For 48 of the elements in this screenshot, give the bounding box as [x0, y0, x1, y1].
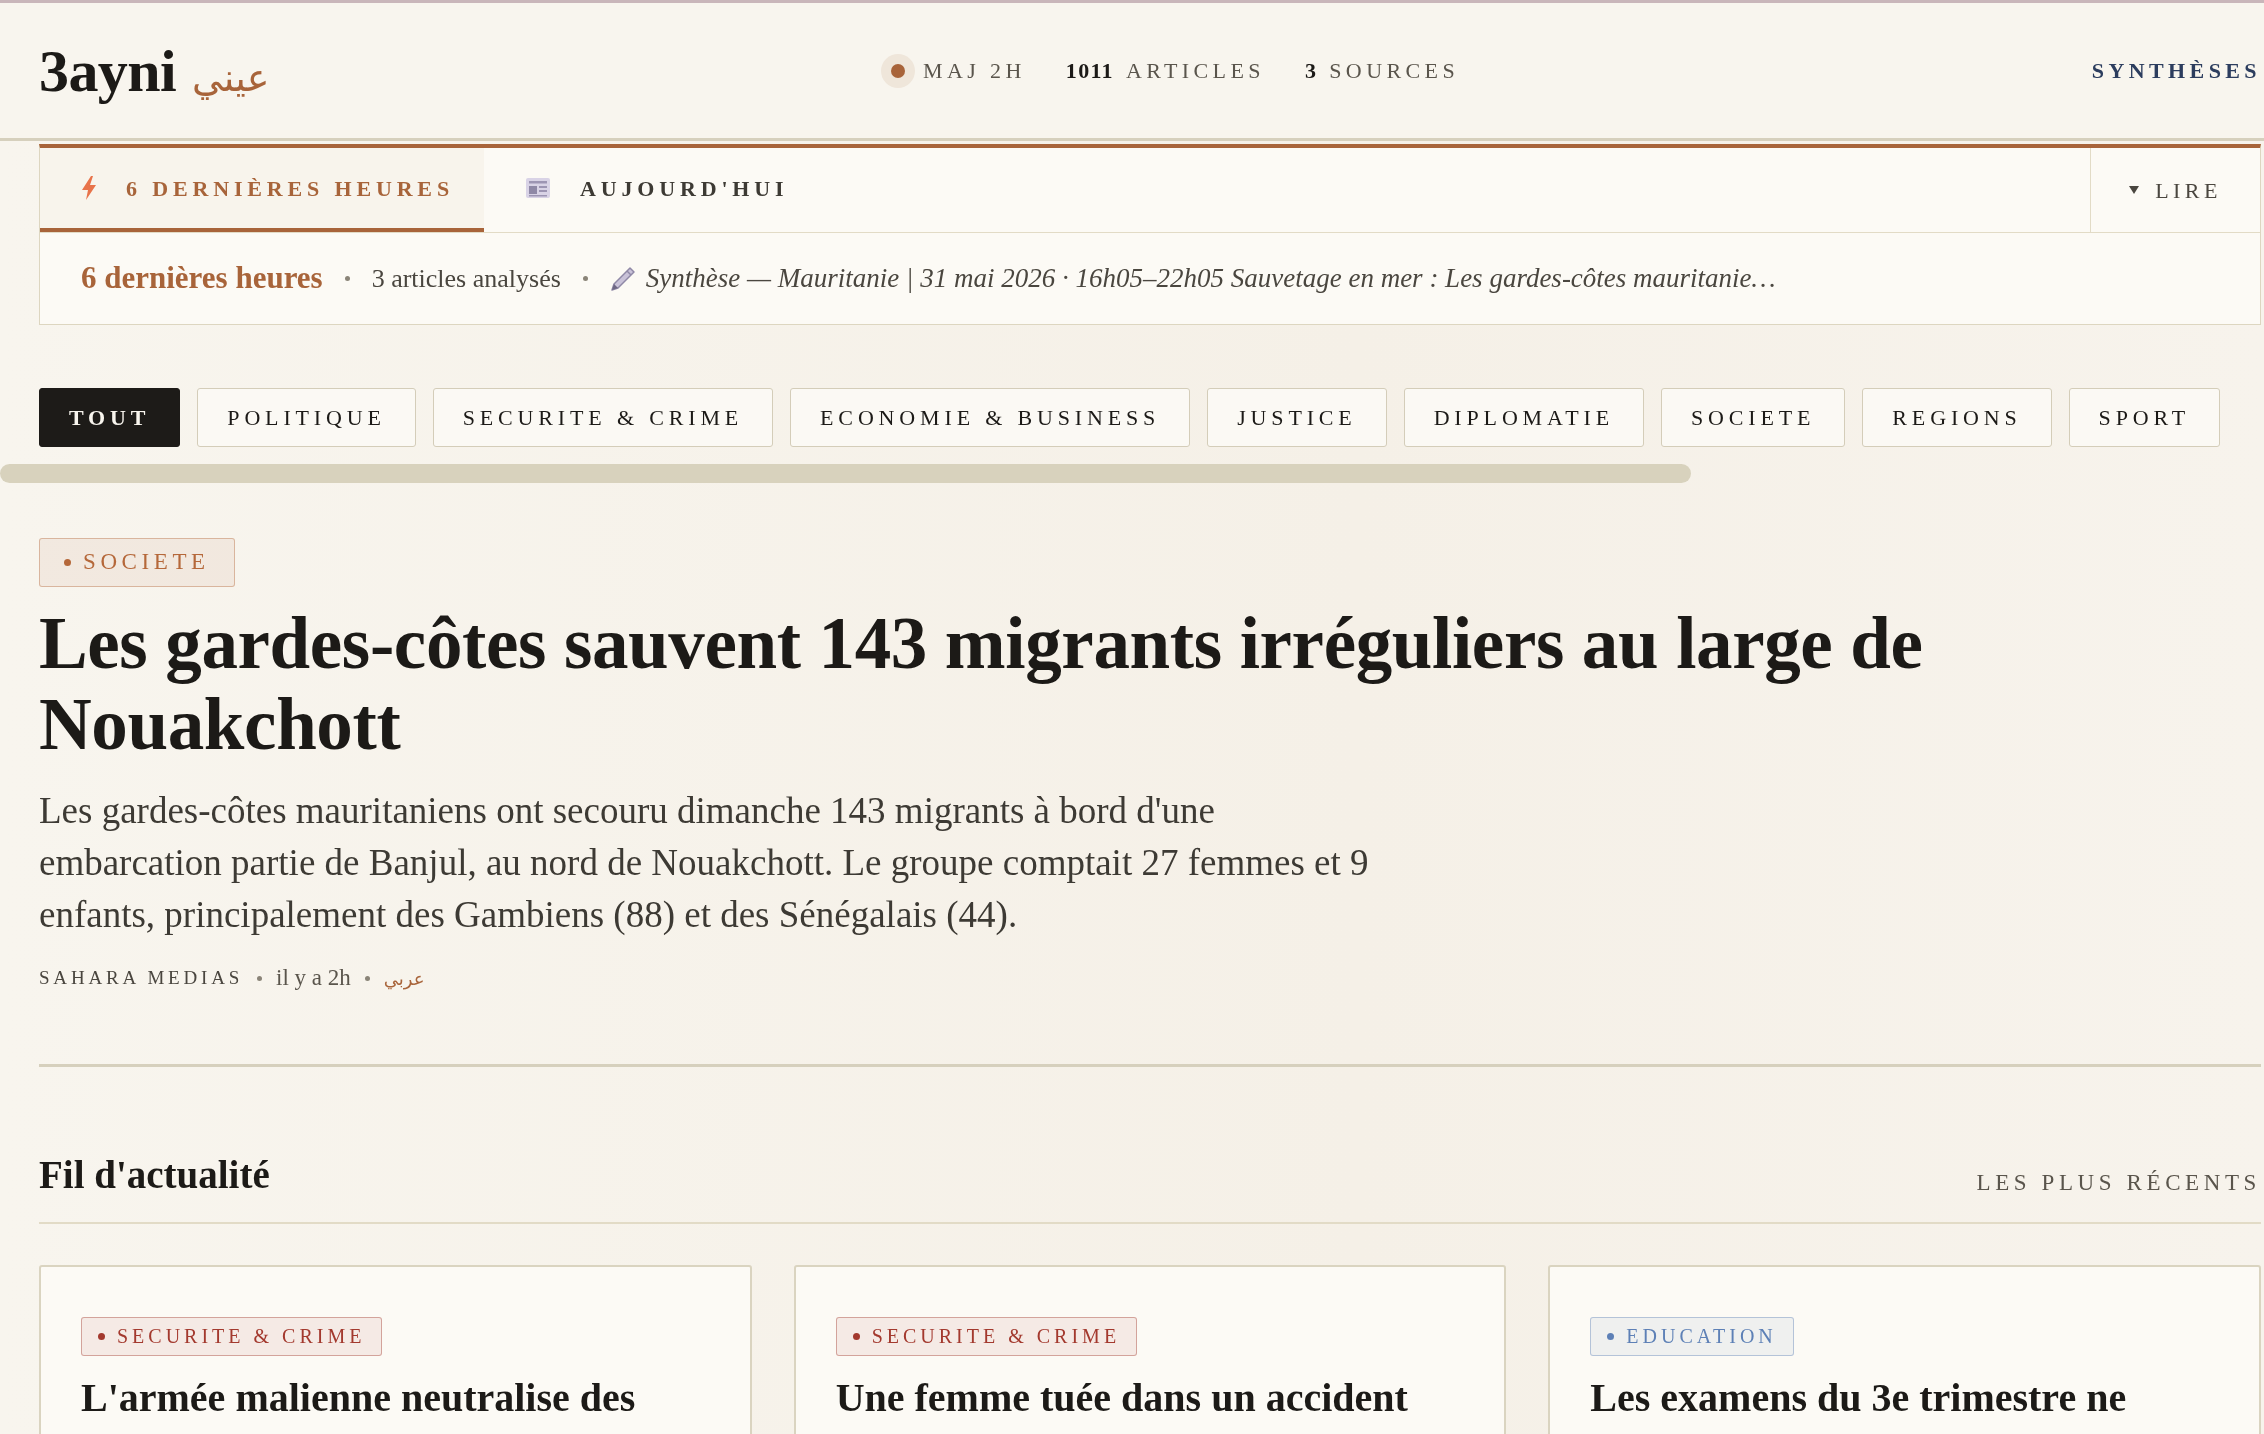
sort-label[interactable]: LES PLUS RÉCENTS	[1976, 1170, 2261, 1194]
category-chip[interactable]: SPORT	[2068, 388, 2220, 447]
category-chip[interactable]: REGIONS	[1862, 388, 2052, 447]
separator-icon	[582, 276, 588, 281]
stat-count: 3	[1304, 57, 1318, 85]
update-status: MAJ 2H	[923, 57, 1026, 85]
read-toggle[interactable]: LIRE	[2090, 148, 2260, 232]
section-title: Fil d'actualité	[39, 1154, 270, 1194]
category-tag: SECURITE & CRIME	[81, 1316, 383, 1356]
digest-tab[interactable]: 6 DERNIÈRES HEURES	[40, 148, 484, 232]
article-count: 3 articles analysés	[371, 263, 561, 295]
syntheses-link[interactable]: SYNTHÈSES	[2091, 54, 2261, 87]
digest-excerpt[interactable]: Synthèse — Mauritanie | 31 mai 2026 · 16h05–22h05 Sauvetage en mer : Les gardes-côtes mauritanie…	[645, 258, 1776, 299]
article-card[interactable]: SECURITE & CRIME L'armée malienne neutralise des	[39, 1264, 752, 1434]
category-tag: EDUCATION	[1590, 1316, 1794, 1356]
category-chip[interactable]: SOCIETE	[1661, 388, 1846, 447]
published-time: il y a 2h	[276, 964, 351, 992]
category-chip[interactable]: ECONOMIE & BUSINESS	[790, 388, 1191, 447]
article-title: Une femme tuée dans un accident	[835, 1375, 1409, 1420]
stat-label: ARTICLES	[1125, 57, 1265, 85]
category-chip[interactable]: JUSTICE	[1207, 388, 1387, 447]
featured-headline[interactable]: Les gardes-côtes sauvent 143 migrants irréguliers au large de Nouakchott	[39, 603, 2039, 765]
status-dot-icon	[881, 53, 915, 88]
separator-icon	[344, 276, 350, 281]
category-chip[interactable]: DIPLOMATIE	[1403, 388, 1645, 447]
digest-title: 6 dernières heures	[81, 259, 323, 298]
stat-count: 1011	[1065, 57, 1114, 85]
lightning-bolt-icon	[82, 176, 96, 200]
category-chip[interactable]: SECURITE & CRIME	[432, 388, 774, 447]
newspaper-icon	[525, 178, 550, 198]
article-card[interactable]: EDUCATION Les examens du 3e trimestre ne	[1548, 1264, 2261, 1434]
article-card[interactable]: SECURITE & CRIME Une femme tuée dans un accident	[793, 1264, 1507, 1434]
category-tag: SOCIETE	[39, 538, 235, 587]
category-chip[interactable]: TOUT	[39, 388, 181, 447]
article-title: Les examens du 3e trimestre ne	[1590, 1375, 2128, 1420]
stat-label: SOURCES	[1329, 57, 1460, 85]
source-name: SAHARA MEDIAS	[39, 966, 244, 990]
separator-icon	[257, 975, 263, 981]
category-chip[interactable]: POLITIQUE	[197, 388, 416, 447]
article-title: L'armée malienne neutralise des	[81, 1375, 637, 1420]
category-tag: SECURITE & CRIME	[835, 1316, 1138, 1356]
separator-icon	[364, 975, 370, 981]
caret-down-icon	[2129, 186, 2140, 194]
language-link[interactable]: عربي	[383, 964, 425, 992]
digest-tab[interactable]: AUJOURD'HUI	[483, 148, 819, 232]
pencil-icon	[609, 265, 636, 292]
featured-summary: Les gardes-côtes mauritaniens ont secouru dimanche 143 migrants à bord d'une embarcation partie de Banjul, au nord de Nouakchott. Le groupe comptait 27 femmes et 9 enfants, principalement des Gambiens (88) et des Sénégalais (44).	[39, 789, 1370, 937]
scrollbar-thumb[interactable]	[0, 464, 1691, 483]
